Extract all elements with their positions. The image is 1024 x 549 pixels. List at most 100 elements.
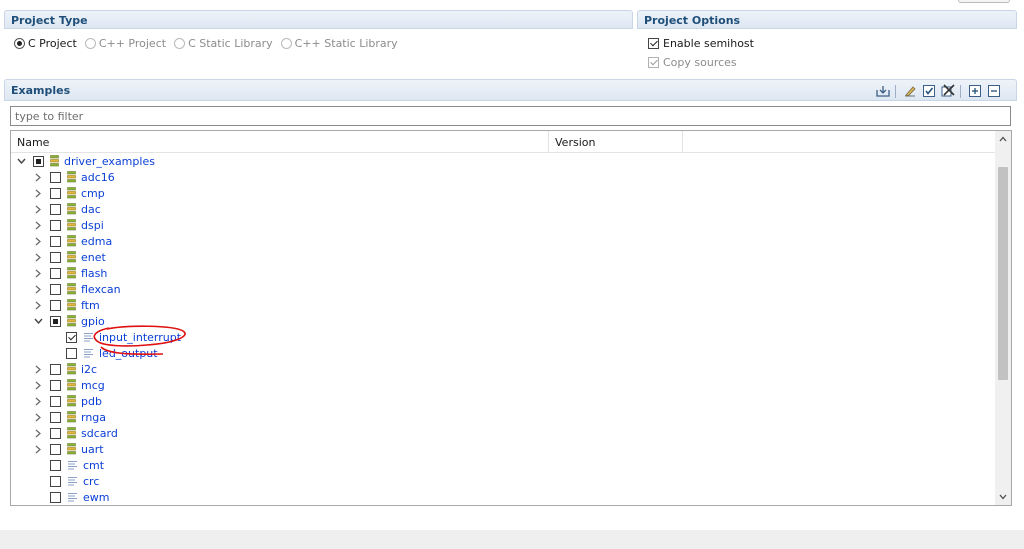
chevron-right-icon[interactable] (33, 364, 43, 374)
scroll-down-icon[interactable] (995, 489, 1011, 505)
tree-row[interactable]: cmt (11, 457, 995, 473)
folder-icon (67, 411, 76, 423)
tree-row[interactable]: sdcard (11, 425, 995, 441)
vertical-scrollbar[interactable] (995, 131, 1011, 505)
file-icon (67, 492, 78, 503)
file-icon (67, 476, 78, 487)
deselect-all-icon[interactable] (940, 83, 956, 99)
chevron-right-icon[interactable] (33, 172, 43, 182)
tree-row[interactable]: enet (11, 249, 995, 265)
scrollbar-thumb[interactable] (998, 167, 1008, 380)
tree-row[interactable]: flash (11, 265, 995, 281)
tree-row[interactable]: mcg (11, 377, 995, 393)
tree-checkbox[interactable] (50, 459, 61, 471)
chevron-down-icon[interactable] (33, 316, 43, 326)
tree-row[interactable]: i2c (11, 361, 995, 377)
chevron-right-icon[interactable] (33, 252, 43, 262)
tree-checkbox[interactable] (50, 379, 61, 391)
tree-checkbox[interactable] (50, 427, 61, 439)
tree-checkbox[interactable] (66, 347, 77, 359)
chevron-right-icon[interactable] (33, 444, 43, 454)
tree-row[interactable]: driver_examples (11, 153, 995, 169)
copy-sources-checkbox[interactable]: Copy sources (648, 56, 737, 69)
tree-checkbox[interactable] (50, 219, 61, 231)
column-header-name[interactable]: Name (11, 131, 549, 153)
chevron-right-icon[interactable] (33, 284, 43, 294)
tree-item-label: enet (81, 250, 106, 264)
tree-checkbox[interactable] (50, 171, 61, 183)
tree-checkbox[interactable] (50, 299, 61, 311)
column-header-version[interactable]: Version (549, 131, 683, 153)
chevron-right-icon[interactable] (33, 428, 43, 438)
tree-checkbox[interactable] (50, 187, 61, 199)
toolbar-separator (960, 84, 961, 98)
tree-checkbox[interactable] (50, 443, 61, 455)
filter-input[interactable] (10, 106, 1011, 126)
tree-checkbox[interactable] (50, 363, 61, 375)
expand-all-icon[interactable] (967, 83, 983, 99)
tree-row[interactable]: adc16 (11, 169, 995, 185)
tree-row[interactable]: edma (11, 233, 995, 249)
chevron-right-icon[interactable] (33, 268, 43, 278)
chevron-right-icon[interactable] (33, 204, 43, 214)
tree-checkbox[interactable] (50, 283, 61, 295)
tree-checkbox[interactable] (50, 475, 61, 487)
tree-checkbox[interactable] (50, 491, 61, 503)
tree-row[interactable]: crc (11, 473, 995, 489)
checkbox-label: Enable semihost (663, 37, 754, 50)
radio-cpp-project[interactable]: C++ Project (84, 37, 167, 50)
tree-row[interactable]: rnga (11, 409, 995, 425)
enable-semihost-checkbox[interactable]: Enable semihost (648, 37, 754, 50)
radio-cpp-static-library[interactable]: C++ Static Library (280, 37, 398, 50)
tree-checkbox[interactable] (50, 203, 61, 215)
tree-row[interactable]: gpio (11, 313, 995, 329)
chevron-right-icon[interactable] (33, 396, 43, 406)
tree-row[interactable]: dspi (11, 217, 995, 233)
chevron-right-icon[interactable] (33, 300, 43, 310)
clear-icon[interactable] (902, 83, 918, 99)
tree-checkbox[interactable] (50, 395, 61, 407)
scroll-up-icon[interactable] (995, 131, 1011, 147)
radio-c-static-library[interactable]: C Static Library (174, 37, 273, 50)
tree-checkbox[interactable] (33, 155, 44, 167)
radio-label: C Project (28, 37, 77, 50)
import-icon[interactable] (875, 83, 891, 99)
tree-item-label: mcg (81, 378, 105, 392)
radio-c-project[interactable]: C Project (14, 37, 77, 50)
file-icon (83, 332, 94, 343)
dialog-footer (0, 530, 1024, 549)
chevron-right-icon[interactable] (33, 380, 43, 390)
tree-checkbox[interactable] (50, 267, 61, 279)
chevron-down-icon[interactable] (16, 156, 26, 166)
collapse-all-icon[interactable] (986, 83, 1002, 99)
tree-rows: driver_examples adc16 cmp dac dspi edma enet fl… (11, 153, 995, 505)
chevron-right-icon[interactable] (33, 220, 43, 230)
tree-row[interactable]: dac (11, 201, 995, 217)
chevron-right-icon[interactable] (33, 188, 43, 198)
radio-label: C++ Project (98, 37, 167, 50)
tree-checkbox[interactable] (50, 411, 61, 423)
folder-icon (67, 267, 76, 279)
tree-item-label: driver_examples (64, 154, 155, 168)
tree-checkbox[interactable] (50, 235, 61, 247)
tree-checkbox[interactable] (66, 331, 77, 343)
tree-checkbox[interactable] (50, 315, 61, 327)
project-options-title: Project Options (644, 14, 741, 27)
tree-item-label: sdcard (81, 426, 118, 440)
tree-row[interactable]: cmp (11, 185, 995, 201)
tree-row[interactable]: ftm (11, 297, 995, 313)
tree-row[interactable]: uart (11, 441, 995, 457)
chevron-right-icon[interactable] (33, 412, 43, 422)
radio-label: C Static Library (188, 37, 273, 50)
folder-icon (67, 379, 76, 391)
chevron-right-icon[interactable] (33, 236, 43, 246)
tree-row[interactable]: pdb (11, 393, 995, 409)
folder-icon (67, 299, 76, 311)
tree-row[interactable]: flexcan (11, 281, 995, 297)
tree-row[interactable]: led_output (11, 345, 995, 361)
tree-checkbox[interactable] (50, 251, 61, 263)
tree-row[interactable]: ewm (11, 489, 995, 505)
tree-row[interactable]: input_interrupt (11, 329, 995, 345)
examples-title: Examples (11, 84, 71, 97)
select-all-icon[interactable] (921, 83, 937, 99)
